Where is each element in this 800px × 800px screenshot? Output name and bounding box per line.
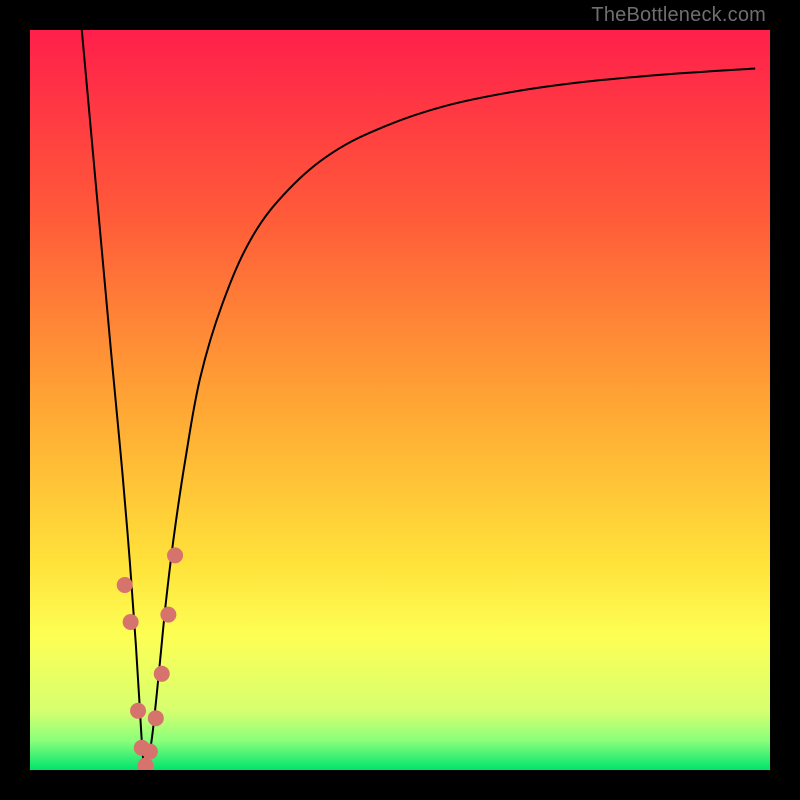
- bottleneck-curve: [82, 30, 755, 768]
- marker-point: [130, 703, 146, 719]
- chart-frame: TheBottleneck.com: [0, 0, 800, 800]
- plot-area: [30, 30, 770, 770]
- marker-point: [154, 666, 170, 682]
- marker-point: [123, 614, 139, 630]
- marker-point: [160, 607, 176, 623]
- marker-point: [142, 744, 158, 760]
- marker-point: [148, 710, 164, 726]
- highlighted-points: [117, 547, 183, 770]
- marker-point: [117, 577, 133, 593]
- marker-point: [167, 547, 183, 563]
- curve-layer: [30, 30, 770, 770]
- watermark-text: TheBottleneck.com: [591, 4, 766, 27]
- marker-point: [137, 758, 153, 770]
